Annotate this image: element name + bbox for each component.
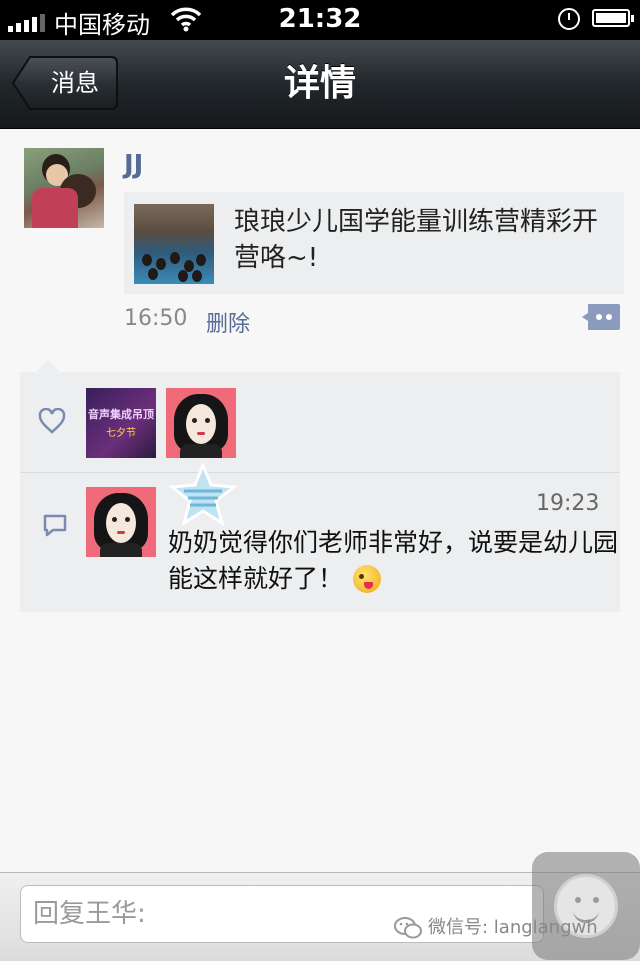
author-name[interactable]: JJ: [124, 150, 143, 180]
post-timestamp: 16:50: [124, 306, 188, 331]
watermark: 微信号: langlangwh: [394, 912, 634, 944]
delete-link[interactable]: 删除: [206, 306, 250, 338]
interaction-panel: 音声集成吊顶 七夕节 19:23 奶奶觉得你们老师非常好，说要是幼儿园能这样就好…: [20, 372, 620, 612]
status-clock: 21:32: [278, 4, 362, 34]
comment-text-block: 奶奶觉得你们老师非常好，说要是幼儿园能这样就好了！: [168, 525, 618, 597]
comment-item[interactable]: 19:23 奶奶觉得你们老师非常好，说要是幼儿园能这样就好了！: [20, 460, 620, 612]
like-avatar[interactable]: [166, 388, 236, 458]
battery-icon: [592, 9, 634, 27]
comment-timestamp: 19:23: [536, 491, 600, 516]
like-avatar-subtext: 七夕节: [106, 428, 136, 439]
watermark-text: 微信号: langlangwh: [428, 917, 598, 938]
comment-bubble-icon: [42, 513, 68, 543]
star-sticker-icon: [168, 460, 238, 531]
page-title: 详情: [283, 63, 356, 104]
panel-pointer: [36, 360, 60, 372]
heart-icon: [38, 407, 66, 438]
alarm-icon: [558, 8, 580, 30]
status-bar: 中国移动 21:32: [0, 0, 640, 40]
likes-row: 音声集成吊顶 七夕节: [20, 372, 620, 473]
navigation-bar: 消息 详情: [0, 40, 640, 129]
author-avatar[interactable]: [24, 148, 104, 228]
shared-link-card[interactable]: 琅琅少儿国学能量训练营精彩开营咯~!: [124, 192, 624, 294]
commenter-avatar[interactable]: [86, 487, 156, 557]
wink-tongue-emoji-icon: [353, 565, 382, 593]
comment-text: 奶奶觉得你们老师非常好，说要是幼儿园能这样就好了！: [168, 528, 619, 593]
like-avatar-text: 音声集成吊顶: [88, 408, 154, 421]
like-avatar[interactable]: 音声集成吊顶 七夕节: [86, 388, 156, 458]
comment-menu-icon[interactable]: [582, 304, 620, 330]
link-title: 琅琅少儿国学能量训练营精彩开营咯~!: [234, 207, 599, 273]
wechat-logo-icon: [394, 916, 422, 951]
link-thumbnail: [134, 204, 214, 284]
